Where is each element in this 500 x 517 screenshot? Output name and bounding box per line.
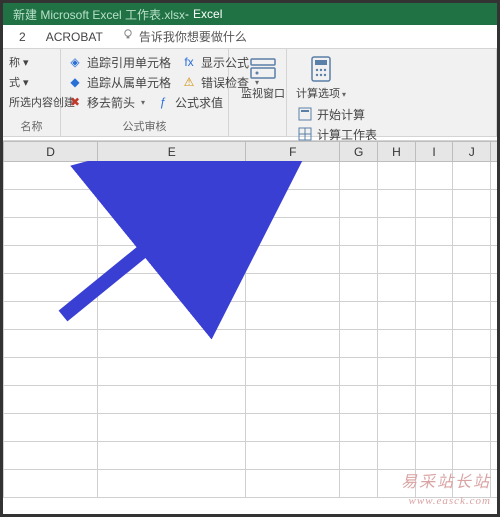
table-row xyxy=(4,414,498,442)
evaluate-formula-button[interactable]: ƒ 公式求值 xyxy=(155,93,223,111)
calculate-now-button[interactable]: 开始计算 xyxy=(297,105,490,123)
group-label-names: 名称 xyxy=(9,116,54,134)
remove-arrows-button[interactable]: ✖ 移去箭头▾ xyxy=(67,93,145,111)
create-from-selection[interactable]: 所选内容创建 xyxy=(9,93,54,111)
table-row xyxy=(4,246,498,274)
lightbulb-icon xyxy=(121,28,135,45)
col-header-D[interactable]: D xyxy=(4,142,98,162)
tab-acrobat[interactable]: ACROBAT xyxy=(36,26,113,48)
col-header-H[interactable]: H xyxy=(378,142,416,162)
trace-dependents-icon: ◆ xyxy=(67,74,83,90)
use-in-formula-partial[interactable]: 式 ▾ xyxy=(9,73,54,91)
group-label-formula-audit: 公式审核 xyxy=(67,116,222,134)
table-row xyxy=(4,162,498,190)
app-name: Excel xyxy=(193,7,222,21)
group-formula-auditing: ◈ 追踪引用单元格 fx 显示公式 ◆ 追踪从属单元格 ⚠ 错误检查▾ xyxy=(61,49,229,136)
table-row xyxy=(4,442,498,470)
group-label-watch xyxy=(235,120,280,134)
column-headers[interactable]: D E F G H I J K L xyxy=(4,142,498,162)
watch-window-icon xyxy=(249,55,277,83)
calculation-options-button[interactable]: 计算选项▾ xyxy=(293,53,349,101)
watermark-text: 易采站长站 xyxy=(401,473,491,494)
tell-me-label: 告诉我你想要做什么 xyxy=(139,28,247,45)
calc-sheet-icon xyxy=(297,126,313,142)
worksheet-area[interactable]: D E F G H I J K L 易采站长站 xyxy=(3,141,497,514)
col-header-I[interactable]: I xyxy=(415,142,453,162)
table-row xyxy=(4,190,498,218)
watch-window-button[interactable]: 监视窗口 xyxy=(235,53,291,101)
table-row xyxy=(4,302,498,330)
document-name: 新建 Microsoft Excel 工作表.xlsx xyxy=(13,6,185,23)
cell-grid[interactable]: D E F G H I J K L xyxy=(3,141,497,498)
ribbon: 称 ▾ 式 ▾ 所选内容创建 名称 ◈ 追踪引用单元格 fx 显示公式 ◆ xyxy=(3,49,497,137)
col-header-E[interactable]: E xyxy=(98,142,246,162)
define-name-partial[interactable]: 称 ▾ xyxy=(9,53,54,71)
group-names-partial: 称 ▾ 式 ▾ 所选内容创建 名称 xyxy=(3,49,61,136)
show-formulas-icon: fx xyxy=(181,54,197,70)
window-titlebar: 新建 Microsoft Excel 工作表.xlsx - Excel xyxy=(3,3,497,25)
group-watch-window: 监视窗口 xyxy=(229,49,287,136)
tab-number[interactable]: 2 xyxy=(9,26,36,48)
table-row xyxy=(4,218,498,246)
watermark-url: www.easck.com xyxy=(401,494,491,508)
table-row xyxy=(4,274,498,302)
trace-precedents-button[interactable]: ◈ 追踪引用单元格 xyxy=(67,53,171,71)
error-check-icon: ⚠ xyxy=(181,74,197,90)
ribbon-tabs: 2 ACROBAT 告诉我你想要做什么 xyxy=(3,25,497,49)
calculator-icon xyxy=(307,55,335,83)
watermark: 易采站长站 www.easck.com xyxy=(401,473,491,508)
group-calculation: 计算选项▾ 开始计算 计算工作表 计算 xyxy=(287,49,497,136)
col-header-G[interactable]: G xyxy=(340,142,378,162)
remove-arrows-icon: ✖ xyxy=(67,94,83,110)
title-separator: - xyxy=(185,7,189,21)
trace-precedents-icon: ◈ xyxy=(67,54,83,70)
evaluate-formula-icon: ƒ xyxy=(155,94,171,110)
col-header-J[interactable]: J xyxy=(453,142,491,162)
col-header-F[interactable]: F xyxy=(246,142,340,162)
calc-now-icon xyxy=(297,106,313,122)
table-row xyxy=(4,386,498,414)
tell-me-box[interactable]: 告诉我你想要做什么 xyxy=(121,28,247,45)
table-row xyxy=(4,358,498,386)
trace-dependents-button[interactable]: ◆ 追踪从属单元格 xyxy=(67,73,171,91)
table-row xyxy=(4,330,498,358)
col-header-K[interactable]: K xyxy=(491,142,497,162)
